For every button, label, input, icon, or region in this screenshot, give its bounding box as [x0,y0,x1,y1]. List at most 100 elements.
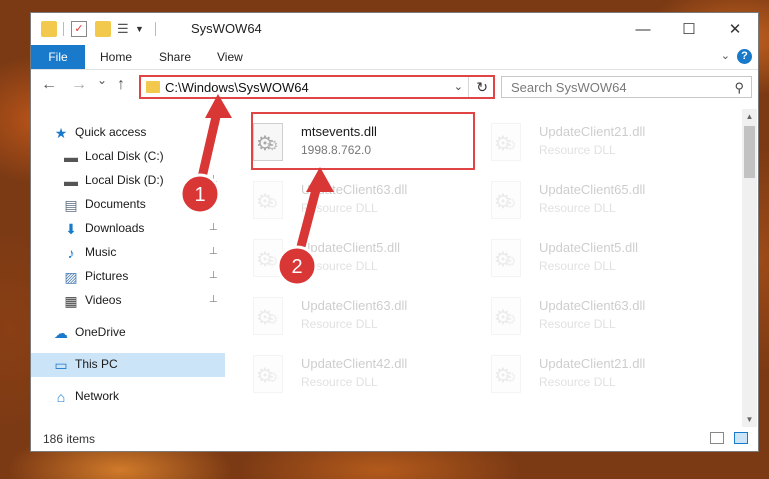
scroll-up-icon[interactable]: ▲ [742,109,757,124]
scroll-down-icon[interactable]: ▼ [742,412,757,427]
file-description: 1998.8.762.0 [301,143,372,157]
sidebar-item-pictures[interactable]: ▨ Pictures ⊥ [31,265,225,289]
file-list: ⚙ ⚙ mtsevents.dll 1998.8.762.0 ⚙ ⚙ UpdateClien… [231,105,739,427]
pin-icon: ⊥ [209,294,218,305]
vertical-scrollbar[interactable]: ▲ ▼ [742,109,757,427]
file-name: UpdateClient21.dll [539,124,646,139]
properties-icon[interactable]: ✓ [71,21,87,37]
file-item[interactable]: ⚙ ⚙ UpdateClient63.dll Resource DLL [235,173,465,227]
search-box[interactable]: Search SysWOW64 ⚲ [501,76,752,98]
file-item[interactable]: ⚙ ⚙ UpdateClient21.dll Resource DLL [473,347,703,401]
sidebar-item-quick-access[interactable]: ★ Quick access [31,121,225,145]
gear-icon: ⚙ [266,253,279,269]
sidebar-item-music[interactable]: ♪ Music ⊥ [31,241,225,265]
minimize-button[interactable]: — [620,13,666,45]
file-item[interactable]: ⚙ ⚙ UpdateClient21.dll Resource DLL [473,115,703,169]
gear-icon: ⚙ [266,369,279,385]
file-item[interactable]: ⚙ ⚙ UpdateClient63.dll Resource DLL [235,289,465,343]
download-icon: ⬇ [65,221,77,237]
folder-icon[interactable] [41,21,57,37]
ribbon: File Home Share View ⌄ ? [31,45,758,70]
help-icon[interactable]: ? [737,49,752,64]
dll-file-icon: ⚙ ⚙ [253,181,283,219]
sidebar-item-onedrive[interactable]: ☁ OneDrive [31,321,225,345]
file-name: UpdateClient65.dll [539,182,646,197]
address-dropdown-icon[interactable]: ⌄ [454,80,463,93]
gear-icon: ⚙ [266,195,279,211]
scrollbar-thumb[interactable] [744,126,755,178]
star-icon: ★ [54,125,68,141]
details-view-icon[interactable] [710,432,724,444]
up-button[interactable]: ↑ [117,76,125,94]
pin-icon: ⊥ [209,270,218,281]
item-count: 186 items [43,432,96,446]
sidebar-item-label: Quick access [75,125,147,139]
file-name: UpdateClient21.dll [539,356,646,371]
dll-file-icon: ⚙ ⚙ [491,355,521,393]
maximize-button[interactable]: ☐ [666,13,712,45]
file-description: Resource DLL [539,259,616,273]
network-icon: ⌂ [56,389,66,405]
pin-icon: ⊥ [209,174,218,185]
file-item[interactable]: ⚙ ⚙ UpdateClient5.dll Resource DLL [235,231,465,285]
gear-icon: ⚙ [266,311,279,327]
drive-icon: ▬ [64,149,78,165]
cloud-icon: ☁ [54,325,68,341]
gear-icon: ⚙ [504,195,517,211]
search-input[interactable]: Search SysWOW64 [511,80,627,95]
dll-file-icon: ⚙ ⚙ [253,297,283,335]
back-button[interactable]: ← [41,76,57,94]
sidebar-item-label: Pictures [85,269,129,283]
folder-icon [146,81,160,93]
file-item[interactable]: ⚙ ⚙ UpdateClient42.dll Resource DLL [235,347,465,401]
tab-file[interactable]: File [31,45,85,69]
dll-file-icon: ⚙ ⚙ [253,123,283,161]
file-item[interactable]: ⚙ ⚙ UpdateClient63.dll Resource DLL [473,289,703,343]
customize-toolbar-icon[interactable]: ☰ [117,21,133,37]
sidebar-item-label: This PC [75,357,118,371]
sidebar-item-downloads[interactable]: ⬇ Downloads ⊥ [31,217,225,241]
window-title: SysWOW64 [191,21,262,36]
gear-icon: ⚙ [266,137,279,153]
close-button[interactable]: ✕ [712,13,758,45]
toolbar-divider [155,22,156,36]
tab-home[interactable]: Home [100,50,132,64]
sidebar-item-label: Local Disk (C:) [85,149,164,163]
toolbar-divider [63,22,64,36]
drive-icon: ▬ [64,173,78,189]
sidebar-item-documents[interactable]: ▤ Documents ⊥ [31,193,225,217]
tab-view[interactable]: View [217,50,243,64]
file-name: mtsevents.dll [301,124,377,139]
sidebar-item-network[interactable]: ⌂ Network [31,385,225,409]
file-description: Resource DLL [539,317,616,331]
sidebar-item-this-pc[interactable]: ▭ This PC [31,353,225,377]
recent-locations-button[interactable]: ⌄ [97,73,107,87]
address-path[interactable]: C:\Windows\SysWOW64 [165,80,309,95]
large-icons-view-icon[interactable] [734,432,748,444]
explorer-window: ✓ ☰ ▼ SysWOW64 — ☐ ✕ File Home Share Vie… [30,12,759,452]
sidebar-item-local-disk-d[interactable]: ▬ Local Disk (D:) ⊥ [31,169,225,193]
forward-button[interactable]: → [71,76,87,94]
gear-icon: ⚙ [504,137,517,153]
navigation-bar: ← → ⌄ ↑ C:\Windows\SysWOW64 ⌄ ↻ Search S… [31,70,758,104]
gear-icon: ⚙ [504,311,517,327]
pictures-icon: ▨ [64,269,78,285]
sidebar-item-videos[interactable]: ▦ Videos ⊥ [31,289,225,313]
sidebar-item-local-disk-c[interactable]: ▬ Local Disk (C:) [31,145,225,169]
navigation-pane: ★ Quick access ▬ Local Disk (C:) ▬ Local Disk… [31,109,225,427]
sidebar-item-label: OneDrive [75,325,126,339]
address-bar[interactable]: C:\Windows\SysWOW64 ⌄ ↻ [139,75,495,99]
file-item[interactable]: ⚙ ⚙ UpdateClient65.dll Resource DLL [473,173,703,227]
sidebar-item-label: Documents [85,197,146,211]
file-description: Resource DLL [301,259,378,273]
dll-file-icon: ⚙ ⚙ [491,181,521,219]
file-item[interactable]: ⚙ ⚙ mtsevents.dll 1998.8.762.0 [235,115,465,169]
file-item[interactable]: ⚙ ⚙ UpdateClient5.dll Resource DLL [473,231,703,285]
tab-share[interactable]: Share [159,50,191,64]
new-folder-icon[interactable] [95,21,111,37]
sidebar-item-label: Music [85,245,117,259]
file-name: UpdateClient63.dll [301,182,408,197]
expand-ribbon-icon[interactable]: ⌄ [721,49,730,62]
quick-access-dropdown-icon[interactable]: ▼ [135,21,151,37]
refresh-icon[interactable]: ↻ [476,79,488,96]
